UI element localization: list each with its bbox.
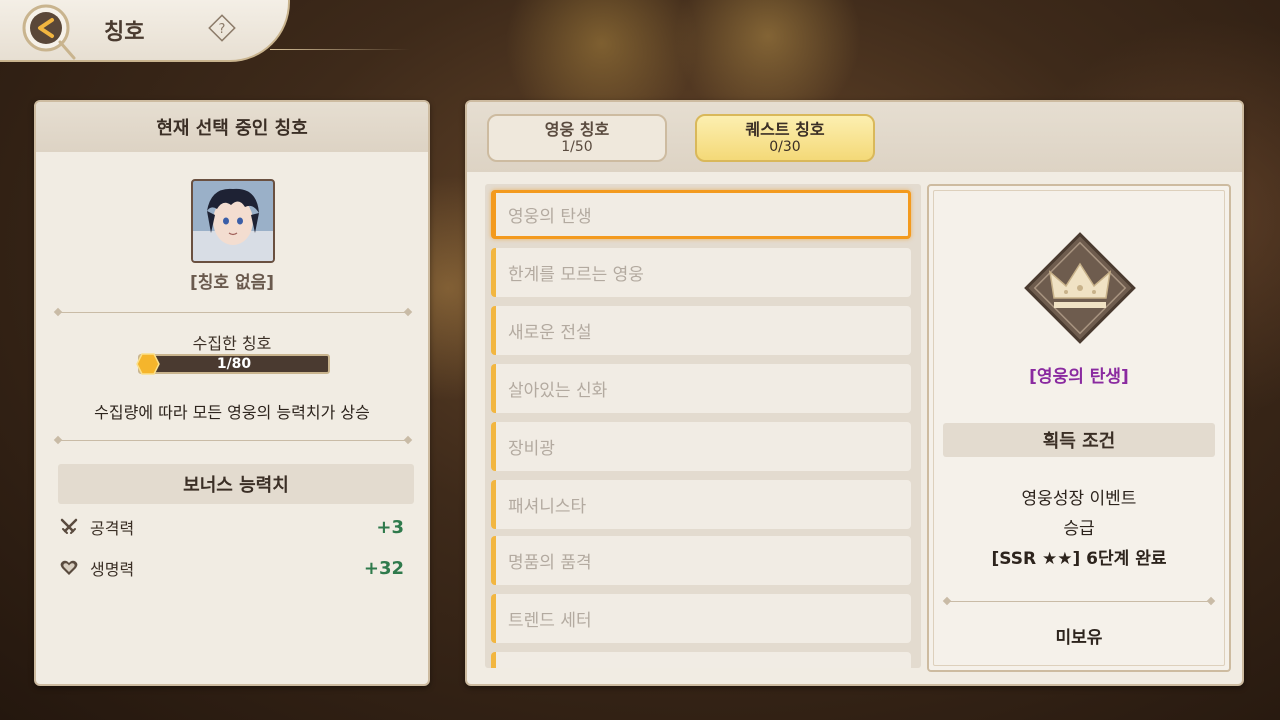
tab-label: 영웅 칭호 bbox=[544, 120, 610, 139]
help-button[interactable]: ? bbox=[206, 12, 238, 44]
title-list[interactable]: 영웅의 탄생 한계를 모르는 영웅 새로운 전설 살아있는 신화 장비광 패셔니… bbox=[485, 184, 921, 668]
crown-emblem-icon bbox=[1024, 232, 1136, 344]
list-item[interactable]: 패셔니스타 bbox=[491, 480, 911, 529]
hero-avatar bbox=[191, 179, 275, 263]
list-item[interactable]: 한계를 모르는 영웅 bbox=[491, 248, 911, 297]
stat-row-attack: 공격력 +3 bbox=[58, 514, 404, 540]
header-divider bbox=[270, 49, 410, 50]
tab-quest-titles[interactable]: 퀘스트 칭호 0/30 bbox=[695, 114, 875, 162]
tabs-bar: 영웅 칭호 1/50 퀘스트 칭호 0/30 bbox=[467, 102, 1242, 172]
tab-label: 퀘스트 칭호 bbox=[745, 120, 825, 139]
current-title-name: [칭호 없음] bbox=[189, 273, 275, 293]
crossed-swords-icon bbox=[58, 516, 80, 538]
title-detail-card: [영웅의 탄생] 획득 조건 영웅성장 이벤트 승급 [SSR ★★] 6단계 … bbox=[927, 184, 1231, 672]
condition-line: 승급 bbox=[1063, 519, 1095, 539]
current-title-panel-header: 현재 선택 중인 칭호 bbox=[36, 102, 428, 152]
stat-label: 공격력 bbox=[90, 519, 135, 538]
tab-count: 0/30 bbox=[769, 139, 801, 155]
acquisition-condition-header: 획득 조건 bbox=[943, 423, 1215, 457]
bonus-stats-header: 보너스 능력치 bbox=[58, 464, 414, 504]
stat-value: +3 bbox=[376, 516, 404, 538]
page-title: 칭호 bbox=[104, 20, 145, 45]
condition-line: [SSR ★★] 6단계 완료 bbox=[991, 549, 1167, 569]
tab-hero-titles[interactable]: 영웅 칭호 1/50 bbox=[487, 114, 667, 162]
tab-count: 1/50 bbox=[561, 139, 593, 155]
list-item[interactable]: 영웅의 탄생 bbox=[491, 190, 911, 239]
list-item[interactable]: 명품의 품격 bbox=[491, 536, 911, 585]
back-arrow-icon bbox=[22, 4, 76, 60]
list-item[interactable]: 살아있는 신화 bbox=[491, 364, 911, 413]
section-divider bbox=[58, 440, 408, 441]
progress-text: 1/80 bbox=[216, 356, 252, 372]
detail-divider bbox=[947, 601, 1211, 602]
current-title-panel: 현재 선택 중인 칭호 [칭호 없음] 수집한 칭호 1/80 수집량에 따라 … bbox=[34, 100, 430, 686]
title-collection-panel: 영웅 칭호 1/50 퀘스트 칭호 0/30 영웅의 탄생 한계를 모르는 영웅… bbox=[465, 100, 1244, 686]
list-item[interactable]: 새로운 전설 bbox=[491, 306, 911, 355]
list-item-partial[interactable] bbox=[491, 652, 911, 668]
condition-line: 영웅성장 이벤트 bbox=[1021, 489, 1137, 509]
stat-value: +32 bbox=[363, 557, 404, 579]
acquisition-condition-text: 영웅성장 이벤트 승급 [SSR ★★] 6단계 완료 bbox=[929, 484, 1229, 574]
detail-title-name: [영웅의 탄생] bbox=[1029, 367, 1129, 387]
svg-text:?: ? bbox=[219, 22, 226, 37]
stat-row-hp: 생명력 +32 bbox=[58, 555, 404, 581]
help-diamond-icon: ? bbox=[208, 14, 236, 42]
section-divider bbox=[58, 312, 408, 313]
top-header: 칭호 ? bbox=[0, 0, 290, 62]
collect-description: 수집량에 따라 모든 영웅의 능력치가 상승 bbox=[94, 403, 370, 422]
stat-label: 생명력 bbox=[90, 560, 135, 579]
list-item[interactable]: 트렌드 세터 bbox=[491, 594, 911, 643]
collected-titles-label: 수집한 칭호 bbox=[192, 334, 272, 353]
back-button[interactable] bbox=[12, 4, 84, 60]
owned-status: 미보유 bbox=[1055, 628, 1103, 648]
heart-icon bbox=[58, 557, 80, 579]
collected-progress-bar: 1/80 bbox=[136, 353, 330, 375]
list-item[interactable]: 장비광 bbox=[491, 422, 911, 471]
